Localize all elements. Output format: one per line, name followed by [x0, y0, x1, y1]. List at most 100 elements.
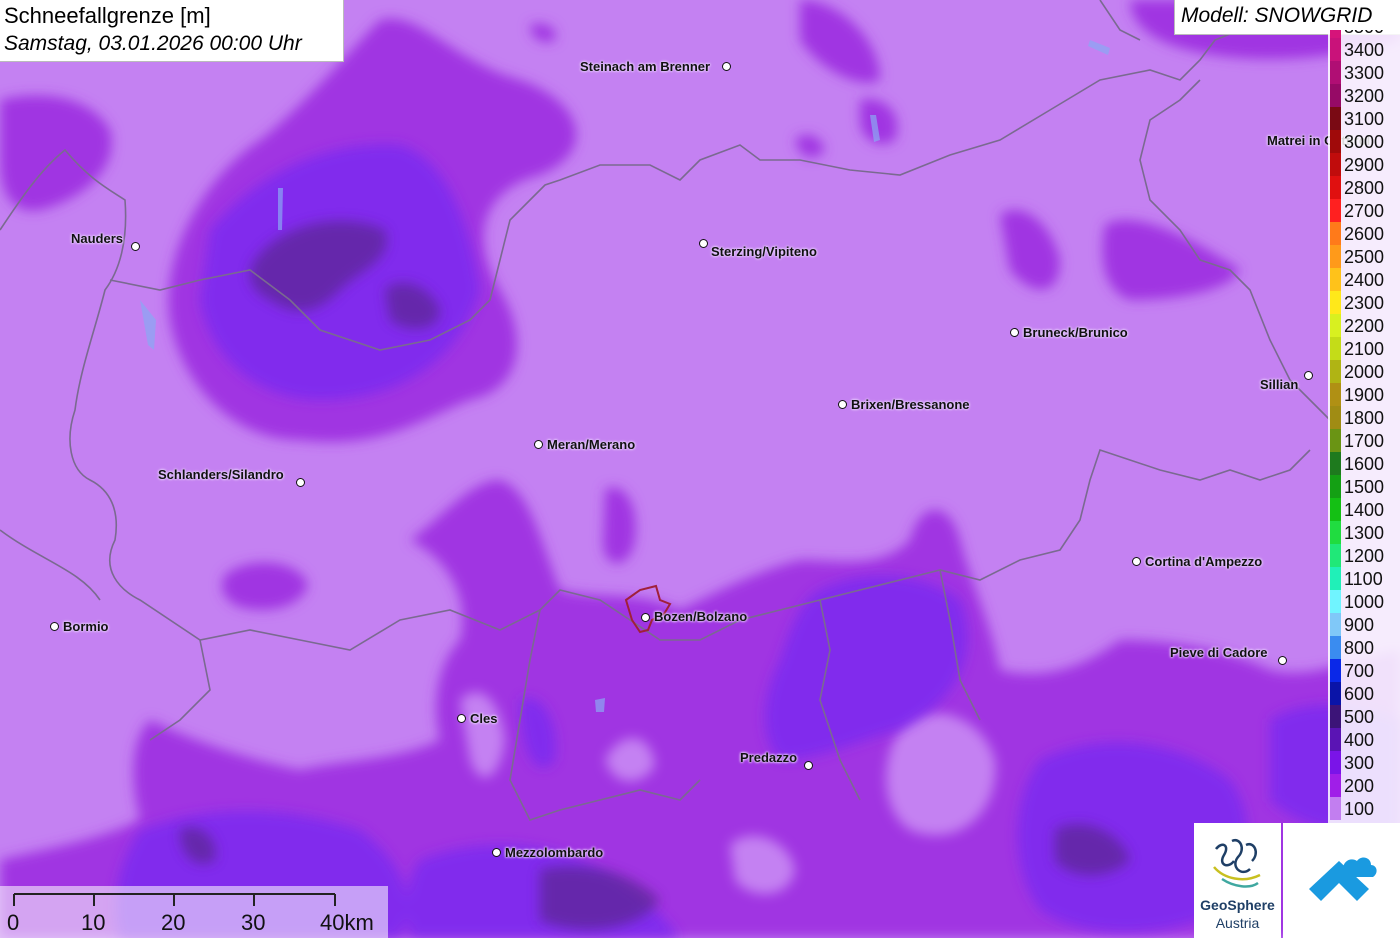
legend-label: 100	[1344, 799, 1375, 819]
legend-swatch	[1330, 268, 1341, 291]
legend-label: 3200	[1344, 86, 1385, 106]
legend-label: 2500	[1344, 247, 1385, 267]
legend-label: 1200	[1344, 546, 1385, 566]
legend-swatch	[1330, 383, 1341, 406]
legend-swatch	[1330, 199, 1341, 222]
legend-entry: 700	[1328, 659, 1400, 682]
legend-entry: 1100	[1328, 567, 1400, 590]
legend-swatch	[1330, 61, 1341, 84]
legend-entry: 1400	[1328, 498, 1400, 521]
legend-swatch	[1330, 705, 1341, 728]
legend-entry: 2400	[1328, 268, 1400, 291]
legend-entry: 2700	[1328, 199, 1400, 222]
legend-label: 1400	[1344, 500, 1385, 520]
legend-label: 2400	[1344, 270, 1385, 290]
place-marker-meran[interactable]	[534, 440, 543, 449]
legend-swatch	[1330, 291, 1341, 314]
place-label-sillian: Sillian	[1260, 377, 1299, 392]
legend-entry: 3400	[1328, 38, 1400, 61]
place-marker-bormio[interactable]	[50, 622, 59, 631]
legend-entry: 500	[1328, 705, 1400, 728]
legend-entry: 2500	[1328, 245, 1400, 268]
legend-label: 3100	[1344, 109, 1385, 129]
scale-bar: 0 10 20 30 40km	[0, 886, 388, 938]
legend-entry: 100	[1328, 797, 1400, 820]
place-marker-cles[interactable]	[457, 714, 466, 723]
place-label-predazzo: Predazzo	[740, 750, 798, 765]
map-title: Schneefallgrenze [m]	[4, 2, 339, 30]
map-datetime: Samstag, 03.01.2026 00:00 Uhr	[4, 32, 302, 55]
legend-entry: 3500	[1328, 30, 1400, 38]
title-main: Schneefallgrenze	[4, 3, 175, 28]
place-marker-cortina[interactable]	[1132, 557, 1141, 566]
legend-swatch	[1330, 84, 1341, 107]
place-label-brixen: Brixen/Bressanone	[851, 397, 970, 412]
legend-label: 500	[1344, 707, 1375, 727]
legend-label: 700	[1344, 661, 1375, 681]
legend-swatch	[1330, 429, 1341, 452]
partner-logo[interactable]	[1283, 823, 1400, 938]
place-marker-predazzo[interactable]	[804, 761, 813, 770]
legend-swatch	[1330, 774, 1341, 797]
legend-swatch	[1330, 452, 1341, 475]
place-label-bormio: Bormio	[63, 619, 109, 634]
legend-entry: 2000	[1328, 360, 1400, 383]
legend-label: 3500	[1344, 30, 1384, 38]
legend-swatch	[1330, 728, 1341, 751]
color-legend: 3500 3400 3300 3200 3100 3000 2900 2800 2700 2600…	[1328, 30, 1400, 824]
legend-label: 1900	[1344, 385, 1385, 405]
legend-entry: 2600	[1328, 222, 1400, 245]
geosphere-logo-text-2: Austria	[1215, 915, 1260, 931]
legend-label: 1800	[1344, 408, 1385, 428]
legend-label: 600	[1344, 684, 1375, 704]
legend-swatch	[1330, 521, 1341, 544]
legend-label: 2600	[1344, 224, 1385, 244]
place-marker-bozen[interactable]	[641, 613, 650, 622]
title-unit: [m]	[180, 3, 211, 28]
place-marker-nauders[interactable]	[131, 242, 140, 251]
legend-label: 900	[1344, 615, 1375, 635]
legend-swatch	[1330, 797, 1341, 820]
geosphere-logo[interactable]: GeoSphere Austria	[1194, 823, 1281, 938]
place-marker-steinach[interactable]	[722, 62, 731, 71]
place-label-sterzing: Sterzing/Vipiteno	[711, 244, 817, 259]
legend-entry: 1000	[1328, 590, 1400, 613]
place-label-steinach: Steinach am Brenner	[580, 59, 711, 74]
legend-entry: 2900	[1328, 153, 1400, 176]
legend-entry: 900	[1328, 613, 1400, 636]
place-label-bruneck: Bruneck/Brunico	[1023, 325, 1128, 340]
legend-entry: 1200	[1328, 544, 1400, 567]
place-marker-pieve[interactable]	[1278, 656, 1287, 665]
legend-swatch	[1330, 360, 1341, 383]
place-marker-bruneck[interactable]	[1010, 328, 1019, 337]
legend-swatch	[1330, 659, 1341, 682]
legend-swatch	[1330, 30, 1341, 38]
legend-label: 3400	[1344, 40, 1385, 60]
scale-label-30: 30	[241, 910, 266, 935]
place-label-mezzolombardo: Mezzolombardo	[505, 845, 604, 860]
legend-swatch	[1330, 636, 1341, 659]
legend-label: 1100	[1344, 569, 1383, 589]
place-marker-brixen[interactable]	[838, 400, 847, 409]
legend-label: 2300	[1344, 293, 1385, 313]
place-marker-schlanders[interactable]	[296, 478, 305, 487]
place-marker-sillian[interactable]	[1304, 371, 1313, 380]
legend-label: 1300	[1344, 523, 1385, 543]
place-marker-sterzing[interactable]	[699, 239, 708, 248]
partner-logo-icon	[1309, 857, 1377, 901]
legend-label: 2800	[1344, 178, 1385, 198]
place-marker-mezzolombardo[interactable]	[492, 848, 501, 857]
legend-label: 2200	[1344, 316, 1385, 336]
legend-entry: 2200	[1328, 314, 1400, 337]
legend-swatch	[1330, 544, 1341, 567]
legend-entry: 1700	[1328, 429, 1400, 452]
place-label-nauders: Nauders	[71, 231, 124, 246]
legend-swatch	[1330, 130, 1341, 153]
legend-label: 2100	[1344, 339, 1385, 359]
legend-entry: 800	[1328, 636, 1400, 659]
legend-entry: 600	[1328, 682, 1400, 705]
legend-entry: 3200	[1328, 84, 1400, 107]
legend-swatch	[1330, 751, 1341, 774]
legend-label: 1500	[1344, 477, 1385, 497]
legend-entry: 1800	[1328, 406, 1400, 429]
